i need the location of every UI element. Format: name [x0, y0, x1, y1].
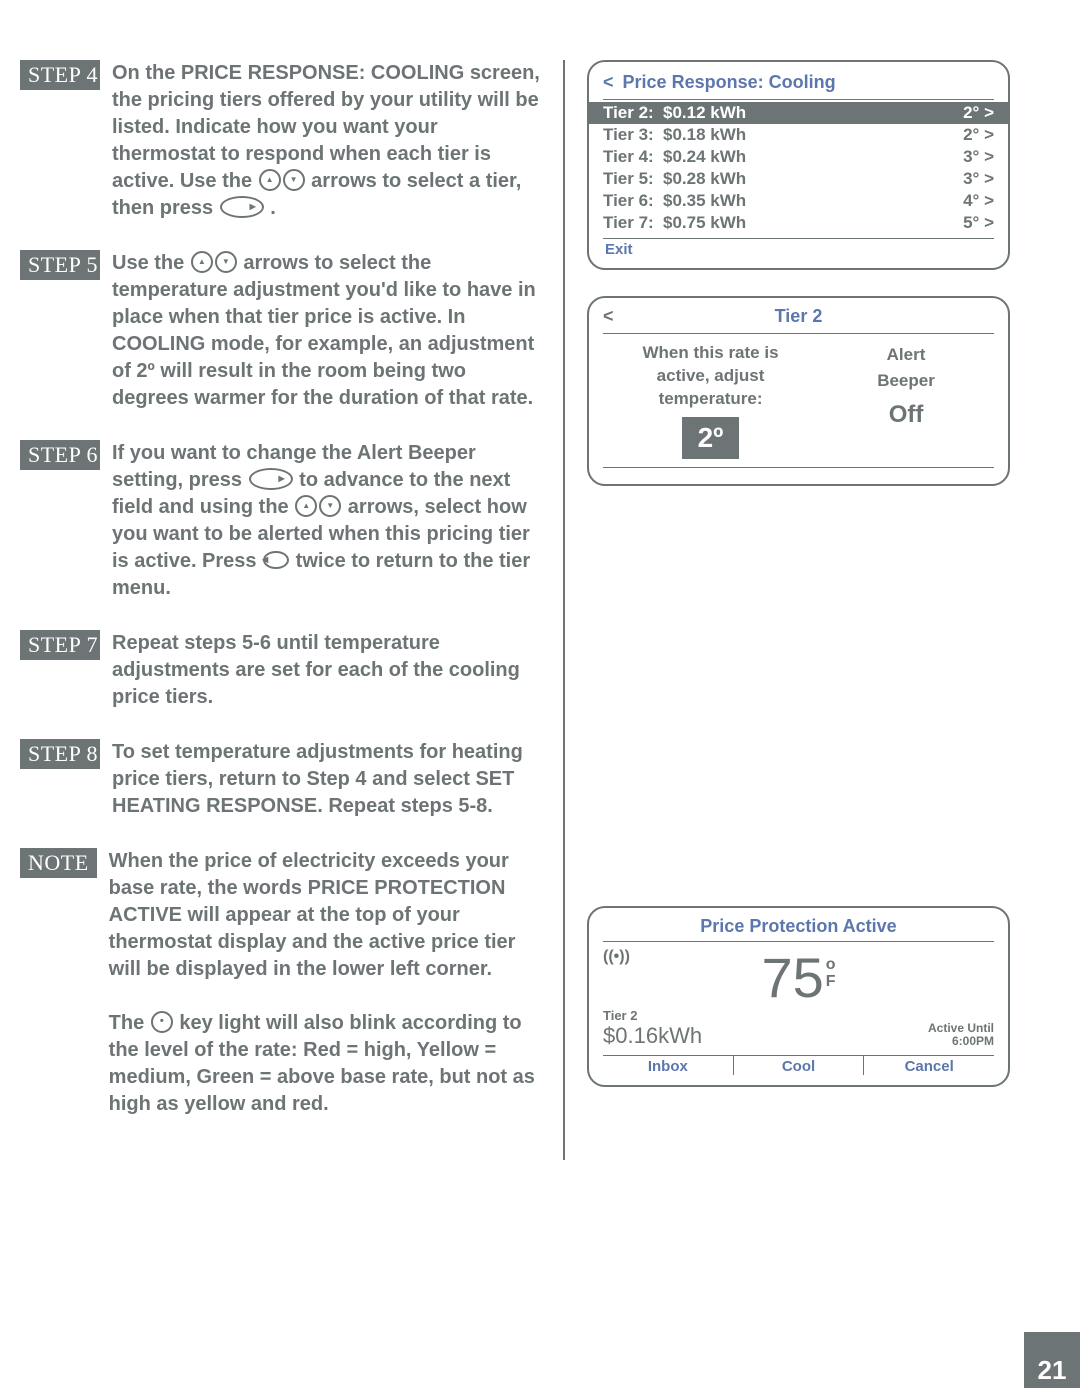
tier-list: Tier 2:$0.12 kWh2° >Tier 3:$0.18 kWh2° >… — [603, 102, 994, 234]
price-value: $0.16 — [603, 1023, 658, 1048]
signal-icon: ((•)) — [603, 948, 630, 966]
beeper-value[interactable]: Off — [818, 393, 994, 433]
prompt-line: When this rate is — [603, 342, 818, 365]
tier-label: Tier 2: — [603, 103, 663, 123]
tier-label: Tier 7: — [603, 213, 663, 233]
cancel-button[interactable]: Cancel — [864, 1056, 994, 1075]
down-icon — [283, 169, 305, 191]
down-icon — [319, 495, 341, 517]
step-text: If you want to change the Alert Beeper s… — [112, 440, 541, 602]
step-badge: NOTE — [20, 848, 97, 878]
tier-label: Tier 3: — [603, 125, 663, 145]
tier-label: Tier 6: — [603, 191, 663, 211]
step-text: When the price of electricity exceeds yo… — [109, 848, 541, 1118]
tier-row[interactable]: Tier 6:$0.35 kWh4° > — [603, 190, 994, 212]
status-row: Tier 2 $0.16kWh Active Until 6:00PM — [603, 1008, 994, 1049]
step-badge: STEP 7 — [20, 630, 100, 660]
device-price-protection: Price Protection Active ((•)) 75oF Tier … — [587, 906, 1010, 1087]
tier-row[interactable]: Tier 3:$0.18 kWh2° > — [603, 124, 994, 146]
inbox-button[interactable]: Inbox — [603, 1056, 734, 1075]
tier-price: $0.75 kWh — [663, 213, 944, 233]
beeper-label: Beeper — [818, 368, 994, 394]
step-text: Repeat steps 5-6 until temperature adjus… — [112, 630, 541, 711]
tier-price: $0.28 kWh — [663, 169, 944, 189]
active-until: Active Until 6:00PM — [928, 1022, 994, 1048]
step-badge: STEP 5 — [20, 250, 100, 280]
chevron-left-icon[interactable]: < — [603, 72, 614, 92]
page: STEP 4 On the PRICE RESPONSE: COOLING scr… — [0, 0, 1080, 1388]
step-text: To set temperature adjustments for heati… — [112, 739, 541, 820]
step-text: On the PRICE RESPONSE: COOLING screen, t… — [112, 60, 541, 222]
dot-icon — [151, 1011, 173, 1033]
title-text: Tier 2 — [775, 306, 823, 327]
columns: STEP 4On the PRICE RESPONSE: COOLING scr… — [105, 60, 1010, 1160]
adjust-prompt: When this rate is active, adjust tempera… — [603, 342, 818, 459]
page-number: 21 — [1024, 1332, 1080, 1388]
up-icon — [259, 169, 281, 191]
tier-label: Tier 2 — [603, 1008, 702, 1023]
step-badge: STEP 8 — [20, 739, 100, 769]
step-badge: STEP 4 — [20, 60, 100, 90]
prompt-line: active, adjust — [603, 365, 818, 388]
beeper-column: Alert Beeper Off — [818, 342, 994, 459]
prompt-line: temperature: — [603, 388, 818, 411]
right-icon — [220, 196, 264, 218]
screen-title: < Price Response: Cooling — [603, 70, 994, 100]
up-icon — [191, 251, 213, 273]
tier-price: $0.12 kWh — [663, 103, 944, 123]
temperature-value: 75 — [761, 946, 823, 1009]
tier-adjust: 2° > — [944, 103, 994, 123]
device-price-response: < Price Response: Cooling Tier 2:$0.12 k… — [587, 60, 1010, 270]
tier-adjust: 3° > — [944, 169, 994, 189]
tier-body: When this rate is active, adjust tempera… — [603, 334, 994, 459]
left-column: STEP 4On the PRICE RESPONSE: COOLING scr… — [105, 60, 565, 1160]
step-row: STEP 5Use the arrows to select the tempe… — [105, 250, 541, 412]
active-until-value: 6:00PM — [928, 1035, 994, 1048]
tier-price: $0.35 kWh — [663, 191, 944, 211]
tier-row[interactable]: Tier 5:$0.28 kWh3° > — [603, 168, 994, 190]
up-icon — [295, 495, 317, 517]
tier-label: Tier 5: — [603, 169, 663, 189]
step-row: NOTEWhen the price of electricity exceed… — [105, 848, 541, 1118]
chevron-left-icon[interactable]: < — [603, 306, 614, 327]
step-row: STEP 7Repeat steps 5-6 until temperature… — [105, 630, 541, 711]
down-icon — [215, 251, 237, 273]
tier-adjust: 5° > — [944, 213, 994, 233]
tier-label: Tier 4: — [603, 147, 663, 167]
step-text: Use the arrows to select the temperature… — [112, 250, 541, 412]
left-icon — [263, 551, 289, 569]
tier-adjust: 3° > — [944, 147, 994, 167]
screen-body: ((•)) 75oF Tier 2 $0.16kWh Active Until … — [603, 942, 994, 1055]
tier-adjust: 4° > — [944, 191, 994, 211]
screen-footer: Inbox Cool Cancel — [603, 1055, 994, 1075]
tier-price: $0.18 kWh — [663, 125, 944, 145]
tier-adjust: 2° > — [944, 125, 994, 145]
cool-button[interactable]: Cool — [734, 1056, 865, 1075]
screen-title: Price Protection Active — [603, 916, 994, 942]
step-badge: STEP 6 — [20, 440, 100, 470]
tier-row[interactable]: Tier 7:$0.75 kWh5° > — [603, 212, 994, 234]
screen-footer: Exit — [603, 238, 994, 258]
screen-title: < Tier 2 — [603, 306, 994, 334]
right-icon — [249, 468, 293, 490]
step-row: STEP 8To set temperature adjustments for… — [105, 739, 541, 820]
divider — [603, 467, 994, 474]
right-column: < Price Response: Cooling Tier 2:$0.12 k… — [565, 60, 1010, 1160]
price-unit: kWh — [658, 1023, 702, 1048]
tier-price: $0.24 kWh — [663, 147, 944, 167]
temperature-display: 75oF — [603, 946, 994, 1008]
adjust-value[interactable]: 2º — [682, 417, 740, 459]
rate-block: Tier 2 $0.16kWh — [603, 1008, 702, 1049]
tier-row[interactable]: Tier 2:$0.12 kWh2° > — [589, 102, 1008, 124]
alert-label: Alert — [818, 342, 994, 368]
tier-row[interactable]: Tier 4:$0.24 kWh3° > — [603, 146, 994, 168]
device-tier-detail: < Tier 2 When this rate is active, adjus… — [587, 296, 1010, 486]
step-row: STEP 4On the PRICE RESPONSE: COOLING scr… — [105, 60, 541, 222]
step-row: STEP 6If you want to change the Alert Be… — [105, 440, 541, 602]
temperature-unit: oF — [826, 956, 836, 991]
title-text: Price Response: Cooling — [623, 72, 836, 92]
exit-button[interactable]: Exit — [603, 241, 647, 258]
